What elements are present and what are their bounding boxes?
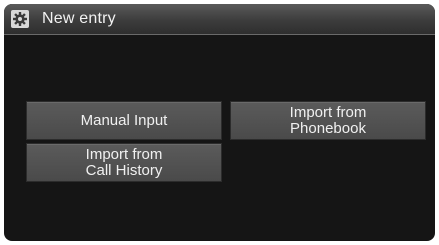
title-bar: New entry [4,4,435,35]
page-title: New entry [42,10,116,27]
import-from-phonebook-button[interactable]: Import from Phonebook [230,101,426,140]
import-from-phonebook-label: Import from Phonebook [289,103,367,137]
manual-input-button[interactable]: Manual Input [26,101,222,140]
manual-input-label: Manual Input [80,111,168,129]
display-screen: New entry Manual Input Import from Phone… [4,4,435,241]
import-from-call-history-label: Import from Call History [85,145,163,179]
settings-gear-icon [11,10,29,28]
import-from-call-history-button[interactable]: Import from Call History [26,143,222,182]
